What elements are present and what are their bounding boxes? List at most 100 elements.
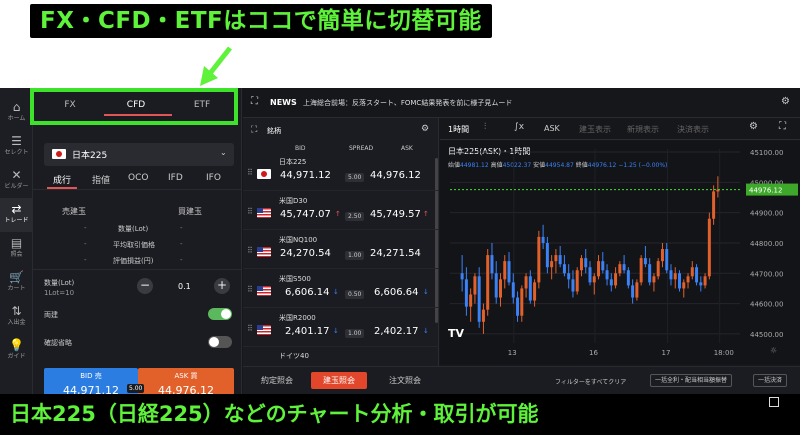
divider	[33, 269, 242, 270]
order-tab-ifo[interactable]: IFO	[206, 173, 221, 183]
expand-icon[interactable]: ⛶	[779, 121, 786, 132]
indicator-icon[interactable]: ∫x	[514, 122, 524, 132]
gear-icon[interactable]: ⚙	[749, 121, 758, 132]
rail-home[interactable]: ⌂ ホーム	[0, 96, 33, 130]
candle-body	[516, 297, 520, 316]
drag-handle-icon[interactable]: ⠿	[247, 246, 253, 255]
tab-etf[interactable]: ETF	[172, 100, 232, 110]
clear-filters-link[interactable]: フィルターをすべてクリア	[555, 377, 626, 386]
list-row-de40[interactable]: ドイツ40	[279, 351, 309, 361]
product-tabs: FX CFD ETF	[30, 88, 238, 125]
chart-canvas: 45100.0045000.0044900.0044800.0044700.00…	[450, 149, 798, 357]
order-tab-market[interactable]: 成行	[53, 173, 71, 186]
price-type-select[interactable]: ASK	[544, 124, 560, 133]
candle-type-icon[interactable]: ⫶	[484, 122, 486, 132]
last-price-label: 44976.12	[749, 187, 782, 195]
quantity-plus-button[interactable]: +	[214, 278, 230, 294]
price-chart[interactable]: 日本225(ASK)・1時間 始値44981.12 高値45022.37 安値4…	[440, 141, 800, 364]
list-row-jp225[interactable]: ⠿ 日本225 44,971.12 5.00 44,976.12	[243, 154, 439, 191]
show-settle-button[interactable]: 決済表示	[677, 124, 709, 135]
divider	[33, 189, 242, 190]
drag-handle-icon[interactable]: ⠿	[247, 285, 253, 294]
tab-positions[interactable]: 建玉照会	[311, 372, 367, 389]
candle-body	[639, 258, 643, 283]
list-row-s500[interactable]: ⠿ 米国S500 6,606.14 ↓ 0.50 6,606.64 ↓	[243, 271, 439, 308]
skip-confirm-toggle[interactable]	[208, 336, 232, 348]
expand-icon[interactable]: ⛶	[251, 96, 258, 107]
list-icon: ▤	[10, 236, 23, 250]
candle-body	[614, 273, 618, 286]
candle-body	[503, 261, 507, 280]
cart-icon: 🛒	[9, 270, 24, 284]
candle-body	[554, 255, 558, 262]
candle-body	[558, 255, 562, 265]
expand-icon[interactable]: ⛶	[251, 125, 257, 135]
list-row-r2000[interactable]: ⠿ 米国R2000 2,401.17 ↓ 1.00 2,402.17 ↓	[243, 310, 439, 347]
rail-guide[interactable]: 💡 ガイド	[0, 334, 33, 368]
candle-body	[541, 236, 545, 243]
list-title: 銘柄	[267, 127, 281, 135]
candle-body	[682, 282, 686, 289]
candle-body	[699, 282, 703, 286]
both-sides-toggle[interactable]	[208, 308, 232, 320]
bottom-caption: 日本225（日経225）などのチャート分析・取引が可能	[0, 394, 800, 435]
candle-body	[562, 264, 566, 274]
candle-body	[550, 261, 554, 268]
candle-body	[656, 261, 660, 277]
candle-body	[652, 276, 656, 283]
news-headline[interactable]: 上海総合前場：反落スタート、FOMC結果発表を前に様子見ムード	[303, 98, 512, 108]
y-tick-label: 44500.00	[750, 331, 783, 339]
tab-executions[interactable]: 約定照会	[253, 372, 301, 389]
list-row-nq100[interactable]: ⠿ 米国NQ100 24,270.54 1.00 24,271.54	[243, 232, 439, 269]
down-arrow-icon: ↓	[423, 288, 429, 296]
show-positions-button[interactable]: 建玉表示	[579, 124, 611, 135]
gear-icon[interactable]: ⚙	[781, 96, 790, 107]
drag-handle-icon[interactable]: ⠿	[247, 207, 253, 216]
candle-body	[631, 285, 635, 298]
candle-body	[690, 267, 694, 277]
order-tab-oco[interactable]: OCO	[128, 173, 148, 183]
drag-handle-icon[interactable]: ⠿	[247, 168, 253, 177]
rail-cart[interactable]: 🛒 カート	[0, 266, 33, 300]
candle-body	[528, 276, 532, 301]
top-caption: FX・CFD・ETFはココで簡単に切替可能	[30, 4, 492, 38]
settings-sun-icon[interactable]: ☼	[770, 346, 777, 355]
rail-transfer[interactable]: ⇅ 入出金	[0, 300, 33, 334]
interval-select[interactable]: 1時間	[448, 124, 469, 135]
order-tab-ifd[interactable]: IFD	[168, 173, 183, 183]
symbol-select[interactable]: 日本225 ⌄	[44, 143, 234, 166]
tab-orders[interactable]: 注文照会	[377, 372, 433, 389]
japan-flag-icon	[52, 149, 66, 159]
order-tab-limit[interactable]: 指値	[92, 173, 110, 186]
up-arrow-icon: ↑	[423, 210, 429, 218]
candle-body	[618, 264, 622, 274]
quantity-value[interactable]: 0.1	[178, 282, 191, 291]
bulk-settle-button[interactable]: 一括決済	[753, 374, 788, 387]
rail-inquiry[interactable]: ▤ 照会	[0, 232, 33, 266]
news-bar[interactable]: ⛶ NEWS 上海総合前場：反落スタート、FOMC結果発表を前に様子見ムード ⚙	[243, 88, 800, 118]
quantity-minus-button[interactable]: −	[137, 278, 153, 294]
candle-body	[707, 218, 711, 277]
candle-body	[660, 249, 664, 262]
list-row-us30[interactable]: ⠿ 米国D30 45,747.07 ↑ 2.50 45,749.57 ↑	[243, 193, 439, 230]
show-new-button[interactable]: 新規表示	[627, 124, 659, 135]
candle-body	[597, 261, 601, 277]
candle-body	[588, 267, 592, 283]
y-tick-label: 44900.00	[750, 210, 783, 218]
candle-body	[665, 249, 669, 271]
symbol-select-value: 日本225	[72, 151, 108, 161]
buy-pnl: -	[180, 256, 183, 264]
rail-builder[interactable]: ✕ ビルダー	[0, 164, 33, 198]
down-arrow-icon: ↓	[423, 327, 429, 335]
sell-positions-label: 売建玉	[62, 207, 86, 216]
drag-handle-icon[interactable]: ⠿	[247, 324, 253, 333]
gear-icon[interactable]: ⚙	[421, 124, 429, 134]
tab-cfd[interactable]: CFD	[106, 100, 166, 110]
tab-fx[interactable]: FX	[40, 100, 100, 110]
rail-select[interactable]: ☰ セレクト	[0, 130, 33, 164]
rail-trade[interactable]: ⇄ トレード	[0, 198, 33, 232]
bulk-transfer-button[interactable]: 一括全利・配当相当額振替	[650, 374, 733, 387]
builder-icon: ✕	[11, 168, 22, 182]
candle-body	[499, 279, 502, 298]
select-all-checkbox[interactable]	[769, 397, 779, 407]
